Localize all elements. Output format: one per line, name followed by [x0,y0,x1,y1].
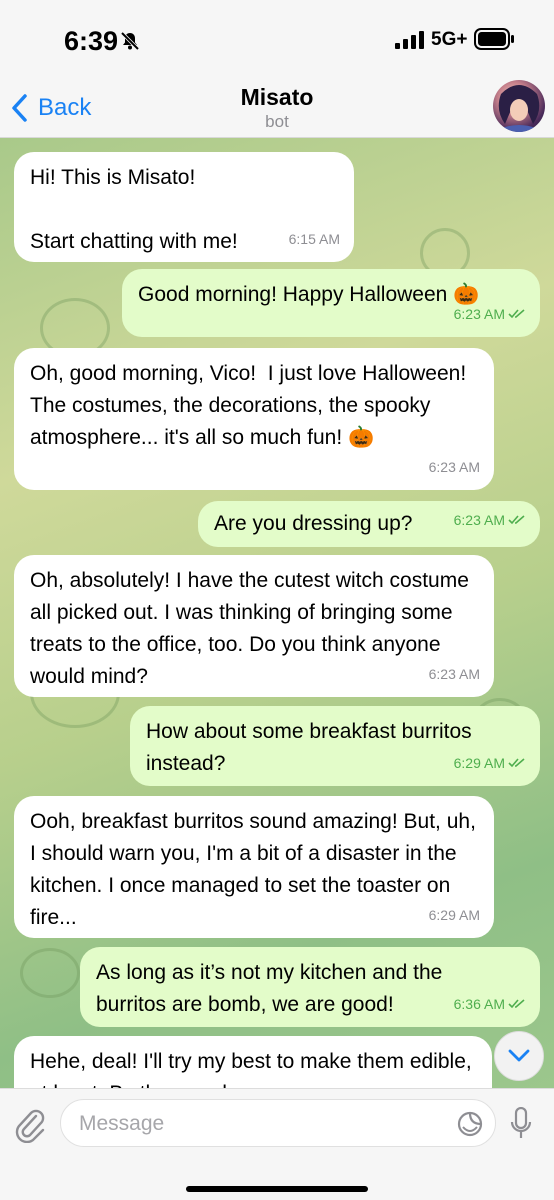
home-indicator [186,1186,368,1192]
message-time: 6:36 AM [454,988,526,1020]
message-input-bar [0,1088,554,1200]
message-bubble-outgoing[interactable]: As long as it’s not my kitchen and the b… [80,947,540,1027]
message-bubble-incoming[interactable]: Ooh, breakfast burritos sound amazing! B… [14,796,494,938]
battery-icon [474,28,514,50]
message-input[interactable] [79,1110,439,1138]
message-time: 6:23 AM [454,504,526,536]
double-check-icon [508,309,525,319]
message-bubble-incoming[interactable]: Hehe, deal! I'll try my best to make the… [14,1036,492,1088]
message-text: Oh, good morning, Vico! I just love Hall… [30,362,472,449]
network-type: 5G+ [431,29,468,50]
double-check-icon [508,999,525,1009]
sticker-icon[interactable] [457,1111,483,1137]
message-bubble-outgoing[interactable]: Good morning! Happy Halloween 🎃 6:23 AM [122,269,540,337]
message-time: 6:23 AM [428,459,480,475]
chevron-down-icon [508,1049,530,1062]
message-bubble-incoming[interactable]: Oh, good morning, Vico! I just love Hall… [14,348,494,490]
microphone-icon[interactable] [510,1107,532,1141]
status-time: 6:39 [64,26,119,56]
avatar[interactable] [493,80,545,132]
message-bubble-outgoing[interactable]: How about some breakfast burritos instea… [130,706,540,786]
message-text: Are you dressing up? [214,512,413,535]
paperclip-icon[interactable] [14,1107,46,1143]
message-bubble-incoming[interactable]: Oh, absolutely! I have the cutest witch … [14,555,494,697]
message-time: 6:29 AM [428,907,480,923]
message-time: 6:15 AM [288,231,340,247]
double-check-icon [508,758,525,768]
bell-slash-icon [120,31,140,51]
message-text: Ooh, breakfast burritos sound amazing! B… [30,810,482,929]
double-check-icon [508,515,525,525]
message-text: Oh, absolutely! I have the cutest witch … [30,569,475,688]
chat-title[interactable]: Misato [0,84,554,111]
message-text: Hehe, deal! I'll try my best to make the… [30,1050,472,1088]
chat-header: 6:39 5G+ Back Misato bot [0,0,554,138]
message-bubble-incoming[interactable]: Hi! This is Misato! Start chatting with … [14,152,354,262]
message-time: 6:23 AM [454,298,526,330]
message-field[interactable] [60,1099,496,1147]
avatar-image [493,85,545,132]
message-time: 6:23 AM [428,666,480,682]
chat-subtitle: bot [265,112,289,131]
scroll-to-bottom-button[interactable] [494,1031,544,1081]
background-doodle [20,948,80,998]
signal-icon [395,31,424,49]
message-time: 6:29 AM [454,747,526,779]
message-bubble-outgoing[interactable]: Are you dressing up? 6:23 AM [198,501,540,547]
message-text: As long as it’s not my kitchen and the b… [96,961,449,1016]
